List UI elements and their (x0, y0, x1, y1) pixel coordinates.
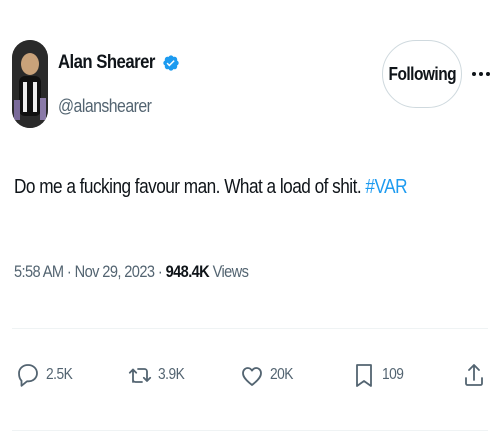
tweet-card: Alan Shearer @alanshearer Following Do m… (0, 0, 500, 440)
divider (12, 328, 488, 329)
reply-count: 2.5K (46, 366, 73, 383)
author-name-row: Alan Shearer (58, 52, 180, 74)
bookmark-count: 109 (382, 366, 404, 383)
tweet-time[interactable]: 5:58 AM (14, 262, 64, 281)
more-icon[interactable] (470, 64, 492, 84)
tweet-meta: 5:58 AM · Nov 29, 2023 · 948.4K Views (14, 262, 249, 282)
author-handle[interactable]: @alanshearer (58, 96, 152, 117)
verified-badge-icon[interactable] (162, 54, 180, 72)
share-icon (462, 360, 486, 390)
bookmark-icon (352, 360, 376, 390)
following-button[interactable]: Following (382, 40, 462, 108)
repost-button[interactable]: 3.9K (128, 360, 189, 390)
views-count: 948.4K (165, 262, 210, 281)
repost-icon (128, 360, 152, 390)
like-button[interactable]: 20K (240, 360, 297, 390)
repost-count: 3.9K (158, 366, 185, 383)
reply-button[interactable]: 2.5K (16, 360, 77, 390)
tweet-text: Do me a fucking favour man. What a load … (14, 176, 408, 199)
share-button[interactable] (462, 360, 486, 390)
author-display-name[interactable]: Alan Shearer (58, 52, 155, 74)
hashtag-link[interactable]: #VAR (365, 176, 407, 198)
meta-separator: · (66, 262, 72, 281)
views-label: Views (212, 262, 249, 281)
divider-bottom (12, 430, 488, 431)
like-icon (240, 360, 264, 390)
like-count: 20K (270, 366, 293, 383)
reply-icon (16, 360, 40, 390)
bookmark-button[interactable]: 109 (352, 360, 407, 390)
tweet-date[interactable]: Nov 29, 2023 (75, 262, 155, 281)
meta-separator-2: · (157, 262, 163, 281)
avatar[interactable] (12, 40, 48, 128)
action-bar: 2.5K 3.9K 20K 109 (0, 360, 500, 400)
following-button-label: Following (388, 63, 456, 84)
tweet-body-text: Do me a fucking favour man. What a load … (14, 176, 362, 198)
